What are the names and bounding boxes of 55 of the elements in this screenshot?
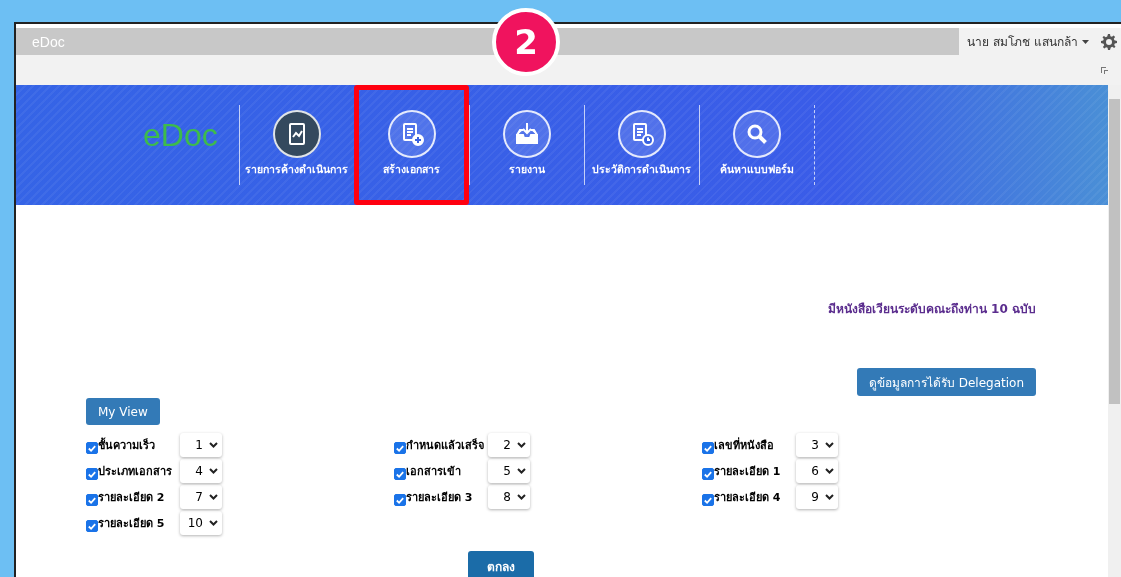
order-select[interactable]: 4	[180, 459, 222, 483]
column-label: รายละเอียด 5	[98, 516, 166, 532]
order-select[interactable]: 10	[180, 511, 222, 535]
checkbox[interactable]	[86, 520, 98, 532]
checkbox[interactable]	[86, 442, 98, 454]
nav-icon	[617, 110, 666, 158]
nav-icon	[272, 110, 321, 158]
checkbox[interactable]	[702, 494, 714, 506]
chevron-icon	[825, 468, 834, 474]
column-label: รายละเอียด 3	[406, 490, 474, 506]
delegation-button[interactable]: ดูข้อมูลการได้รับ Delegation	[856, 368, 1036, 396]
chevron-icon	[209, 520, 218, 526]
order-select[interactable]: 2	[488, 433, 530, 457]
nav-icon	[732, 110, 781, 158]
checkbox[interactable]	[702, 442, 714, 454]
checkbox[interactable]	[394, 468, 406, 480]
caret-icon	[1082, 39, 1089, 44]
order-select[interactable]: 6	[796, 459, 838, 483]
checkbox[interactable]	[394, 494, 406, 506]
order-select[interactable]: 1	[180, 433, 222, 457]
nav-icon	[502, 110, 551, 158]
chevron-icon	[209, 494, 218, 500]
column-label: เอกสารเข้า	[406, 464, 462, 480]
checkbox[interactable]	[702, 468, 714, 480]
scrollbar[interactable]	[1108, 85, 1121, 577]
column-label: ชั้นความเร็ว	[98, 436, 156, 454]
checkbox[interactable]	[86, 468, 98, 480]
my-view-button[interactable]: My View	[86, 398, 160, 425]
column-label: ประเภทเอกสาร	[98, 464, 173, 480]
order-select[interactable]: 8	[488, 485, 530, 509]
chevron-icon	[209, 468, 218, 474]
column-label: รายละเอียด 4	[714, 490, 782, 506]
ok-button[interactable]: ตกลง	[468, 551, 534, 577]
column-label: กำหนดแล้วเสร็จ	[406, 437, 485, 454]
column-label: รายละเอียด 1	[714, 464, 782, 480]
resize-icon[interactable]	[1101, 66, 1109, 74]
chevron-icon	[825, 494, 834, 500]
settings-icon[interactable]	[1101, 33, 1117, 50]
nav-icon	[387, 110, 436, 158]
checkbox[interactable]	[86, 494, 98, 506]
chevron-icon	[825, 442, 834, 448]
column-label: เลขที่หนังสือ	[714, 436, 775, 454]
column-label: รายละเอียด 2	[98, 490, 166, 506]
chevron-icon	[517, 494, 526, 500]
notice-text: มีหนังสือเวียนระดับคณะถึงท่าน 10 ฉบับ	[826, 301, 1036, 318]
chevron-icon	[209, 442, 218, 448]
order-select[interactable]: 5	[488, 459, 530, 483]
logo: eDoc	[143, 116, 219, 154]
order-select[interactable]: 7	[180, 485, 222, 509]
checkbox[interactable]	[394, 442, 406, 454]
chevron-icon	[517, 442, 526, 448]
nav-item[interactable]: สร้างเอกสาร	[354, 85, 469, 205]
order-select[interactable]: 3	[796, 433, 838, 457]
chevron-icon	[517, 468, 526, 474]
order-select[interactable]: 9	[796, 485, 838, 509]
